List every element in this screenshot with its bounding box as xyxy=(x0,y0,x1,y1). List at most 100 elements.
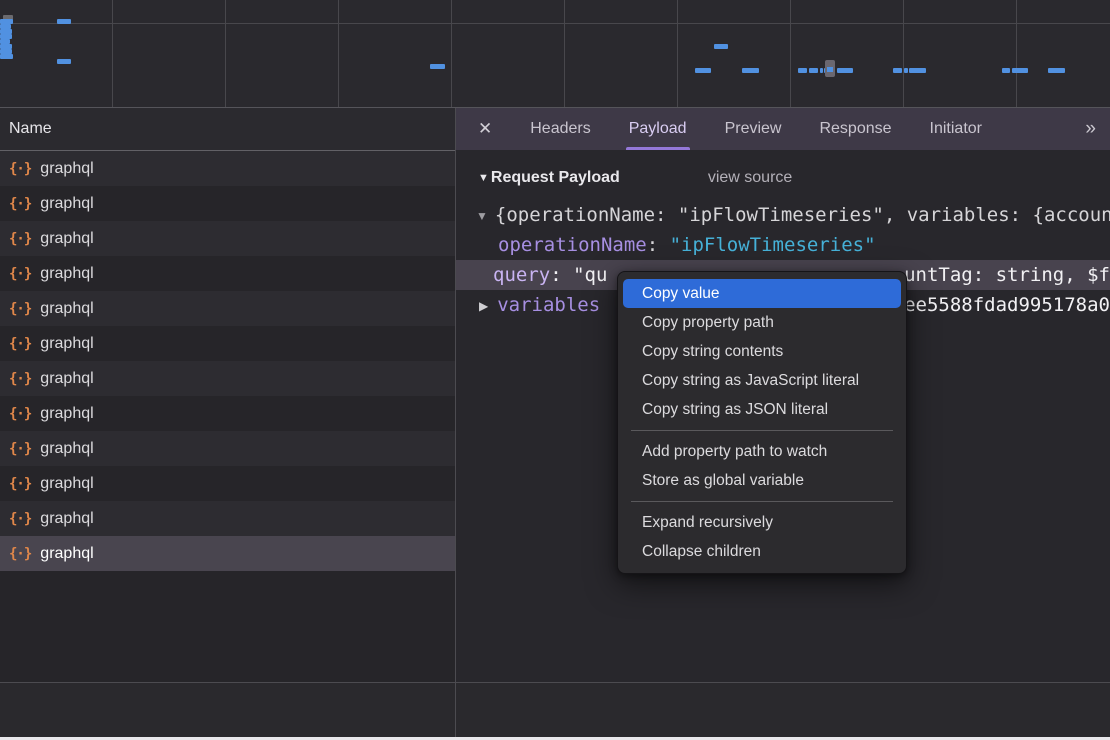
network-request-row[interactable]: {·} graphql xyxy=(0,431,455,466)
json-file-icon: {·} xyxy=(9,511,31,527)
tab-preview[interactable]: Preview xyxy=(725,108,782,150)
json-file-icon: {·} xyxy=(9,231,31,247)
waterfall-bar xyxy=(909,68,926,73)
request-list: {·} graphql {·} graphql {·} graphql {·} graphql… xyxy=(0,151,455,571)
json-file-icon: {·} xyxy=(9,546,31,562)
json-value-tail: ee5588fdad995178a0 xyxy=(904,290,1110,320)
json-string-value-start: "qu xyxy=(573,264,607,286)
tab-headers[interactable]: Headers xyxy=(530,108,590,150)
menu-item-copy-string-contents[interactable]: Copy string contents xyxy=(623,337,901,366)
menu-item-copy-string-as-json-literal[interactable]: Copy string as JSON literal xyxy=(623,395,901,424)
waterfall-bar xyxy=(1002,68,1010,73)
json-file-icon: {·} xyxy=(9,196,31,212)
json-file-icon: {·} xyxy=(9,406,31,422)
waterfall-bar xyxy=(1048,68,1065,73)
menu-item-copy-value[interactable]: Copy value xyxy=(623,279,901,308)
network-request-row[interactable]: {·} graphql xyxy=(0,186,455,221)
waterfall-bar xyxy=(714,44,728,49)
json-file-icon: {·} xyxy=(9,476,31,492)
json-file-icon: {·} xyxy=(9,336,31,352)
menu-item-expand-recursively[interactable]: Expand recursively xyxy=(623,508,901,537)
json-row-operationName[interactable]: operationName: "ipFlowTimeseries" xyxy=(456,230,1110,260)
waterfall-bar xyxy=(837,68,853,73)
request-name-label: graphql xyxy=(40,335,93,353)
menu-item-copy-string-as-javascript-literal[interactable]: Copy string as JavaScript literal xyxy=(623,366,901,395)
json-key: query xyxy=(493,264,550,286)
devtools-network-panel: Name {·} graphql {·} graphql {·} graphql {·} gr… xyxy=(0,0,1110,740)
request-name-label: graphql xyxy=(40,160,93,178)
waterfall-bar xyxy=(904,68,908,73)
network-request-row[interactable]: {·} graphql xyxy=(0,536,455,571)
section-title: Request Payload xyxy=(491,169,620,187)
network-request-row[interactable]: {·} graphql xyxy=(0,256,455,291)
waterfall-bar xyxy=(809,68,818,73)
json-file-icon: {·} xyxy=(9,301,31,317)
waterfall-bar xyxy=(893,68,902,73)
json-key: variables xyxy=(497,294,600,316)
name-column-label: Name xyxy=(9,120,52,138)
network-request-row[interactable]: {·} graphql xyxy=(0,466,455,501)
tab-initiator[interactable]: Initiator xyxy=(930,108,982,150)
tab-response[interactable]: Response xyxy=(819,108,891,150)
waterfall-bar xyxy=(695,68,711,73)
request-name-label: graphql xyxy=(40,510,93,528)
json-root-row[interactable]: ▼ {operationName: "ipFlowTimeseries", var… xyxy=(456,200,1110,230)
json-file-icon: {·} xyxy=(9,266,31,282)
view-source-link[interactable]: view source xyxy=(708,169,792,187)
request-name-label: graphql xyxy=(40,405,93,423)
network-request-row[interactable]: {·} graphql xyxy=(0,361,455,396)
waterfall-bar xyxy=(0,54,13,59)
request-list-panel: Name {·} graphql {·} graphql {·} graphql {·} gr… xyxy=(0,108,455,682)
waterfall-bar xyxy=(57,59,71,64)
request-name-label: graphql xyxy=(40,265,93,283)
request-name-label: graphql xyxy=(40,195,93,213)
request-payload-section-header[interactable]: ▼ Request Payload view source xyxy=(456,164,1110,192)
detail-tabbar: ✕ Headers Payload Preview Response Initiator… xyxy=(456,108,1110,150)
waterfall-bar xyxy=(820,68,823,73)
request-name-label: graphql xyxy=(40,370,93,388)
json-string-value-tail: untTag: string, $f xyxy=(904,260,1110,290)
json-root-preview: {operationName: "ipFlowTimeseries", vari… xyxy=(495,204,1110,226)
network-request-row[interactable]: {·} graphql xyxy=(0,221,455,256)
menu-item-copy-property-path[interactable]: Copy property path xyxy=(623,308,901,337)
menu-item-store-as-global-variable[interactable]: Store as global variable xyxy=(623,466,901,495)
network-request-row[interactable]: {·} graphql xyxy=(0,396,455,431)
network-request-row[interactable]: {·} graphql xyxy=(0,151,455,186)
request-name-label: graphql xyxy=(40,475,93,493)
waterfall-bar xyxy=(57,19,71,24)
close-icon[interactable]: ✕ xyxy=(478,119,492,139)
disclosure-triangle-icon[interactable]: ▼ xyxy=(476,201,488,231)
disclosure-triangle-icon[interactable]: ▶ xyxy=(479,291,488,321)
waterfall-bar xyxy=(430,64,445,69)
menu-separator xyxy=(631,501,893,502)
request-name-label: graphql xyxy=(40,440,93,458)
waterfall-bar xyxy=(798,68,807,73)
json-separator: : xyxy=(647,234,670,256)
request-name-label: graphql xyxy=(40,545,93,563)
context-menu: Copy valueCopy property pathCopy string … xyxy=(617,271,907,574)
network-request-row[interactable]: {·} graphql xyxy=(0,291,455,326)
network-overview-timeline[interactable] xyxy=(0,0,1110,108)
more-tabs-icon[interactable]: » xyxy=(1085,118,1096,140)
tab-payload[interactable]: Payload xyxy=(629,108,687,150)
network-request-row[interactable]: {·} graphql xyxy=(0,501,455,536)
request-name-label: graphql xyxy=(40,230,93,248)
waterfall-bar xyxy=(742,68,759,73)
menu-item-collapse-children[interactable]: Collapse children xyxy=(623,537,901,566)
network-request-row[interactable]: {·} graphql xyxy=(0,326,455,361)
json-separator: : xyxy=(550,264,573,286)
waterfall-bar xyxy=(1012,68,1028,73)
json-file-icon: {·} xyxy=(9,161,31,177)
disclosure-triangle-icon[interactable]: ▼ xyxy=(478,172,489,184)
menu-separator xyxy=(631,430,893,431)
json-file-icon: {·} xyxy=(9,441,31,457)
summary-footer xyxy=(0,683,1110,737)
json-file-icon: {·} xyxy=(9,371,31,387)
name-column-header[interactable]: Name xyxy=(0,108,455,151)
json-string-value: "ipFlowTimeseries" xyxy=(670,234,876,256)
timeline-marker xyxy=(825,60,835,77)
json-key: operationName xyxy=(498,234,647,256)
panel-vertical-divider xyxy=(455,683,456,737)
request-name-label: graphql xyxy=(40,300,93,318)
menu-item-add-property-path-to-watch[interactable]: Add property path to watch xyxy=(623,437,901,466)
